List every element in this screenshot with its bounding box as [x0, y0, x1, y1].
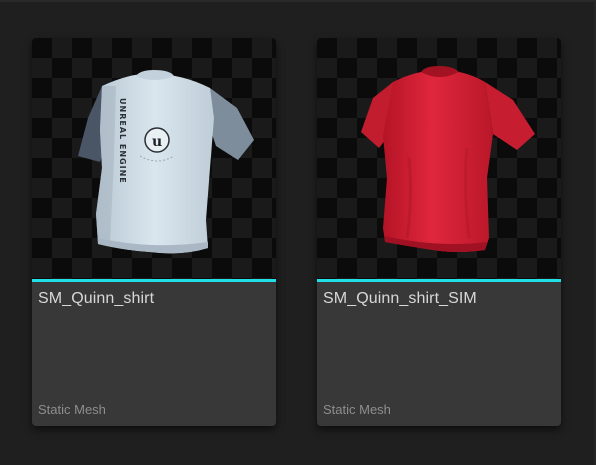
asset-type-color-bar	[32, 279, 276, 282]
asset-tile-sm-quinn-shirt-sim[interactable]: SM_Quinn_shirt_SIM Static Mesh	[317, 38, 561, 426]
asset-thumbnail	[317, 38, 561, 279]
asset-type-label: Static Mesh	[38, 402, 106, 417]
svg-text:u: u	[152, 134, 162, 150]
asset-name-label: SM_Quinn_shirt_SIM	[323, 290, 477, 307]
top-divider	[0, 0, 596, 2]
svg-text:UNREAL ENGINE: UNREAL ENGINE	[118, 98, 127, 184]
asset-tile-sm-quinn-shirt[interactable]: UNREAL ENGINE u SM_Quinn_shirt Static Me…	[32, 38, 276, 426]
red-tshirt-icon	[361, 66, 535, 252]
content-browser-grid: UNREAL ENGINE u SM_Quinn_shirt Static Me…	[0, 0, 596, 465]
white-tshirt-unreal-engine-icon: UNREAL ENGINE u	[78, 70, 254, 254]
asset-name-label: SM_Quinn_shirt	[38, 290, 155, 307]
asset-thumbnail: UNREAL ENGINE u	[32, 38, 276, 279]
asset-type-color-bar	[317, 279, 561, 282]
asset-type-label: Static Mesh	[323, 402, 391, 417]
